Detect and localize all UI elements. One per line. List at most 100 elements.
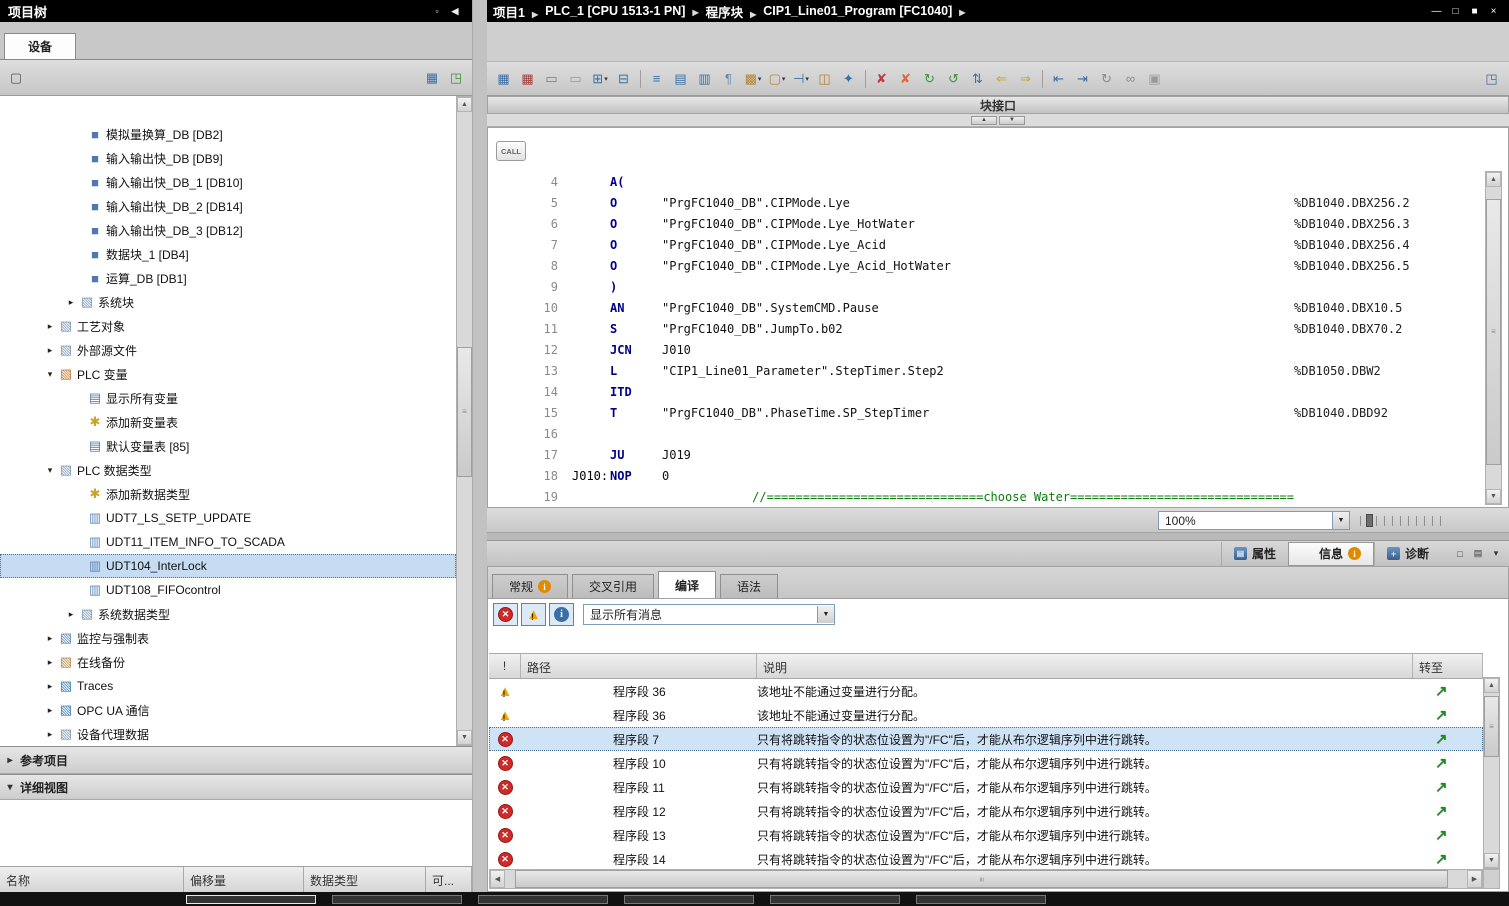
refresh-references-icon[interactable]: ↻ — [1095, 68, 1119, 90]
code-line[interactable]: 19 //==============================choos… — [488, 487, 1484, 508]
tab-properties[interactable]: 属性 i — [1221, 542, 1288, 566]
details-column-header[interactable]: 可... — [426, 867, 472, 892]
edit-network-title-icon[interactable]: ▭ — [540, 68, 564, 90]
jump-to-next-icon[interactable]: ⇒ — [1014, 68, 1038, 90]
scrollbar-track[interactable]: ≡ — [1486, 187, 1501, 489]
taskbar-item[interactable] — [186, 895, 316, 904]
jump-to-previous-icon[interactable]: ⇐ — [990, 68, 1014, 90]
info-filter-button[interactable] — [549, 603, 574, 626]
zoom-combobox[interactable]: 100% ▼ — [1158, 511, 1350, 530]
tree-expander-icon[interactable]: ▾ — [43, 465, 57, 476]
code-line[interactable]: 13 L "CIP1_Line01_Parameter".StepTimer.S… — [488, 361, 1484, 382]
scrollbar-track[interactable]: ≡ — [505, 870, 1467, 888]
code-line[interactable]: 8 O "PrgFC1040_DB".CIPMode.Lye_Acid_HotW… — [488, 256, 1484, 277]
go-to-error-icon[interactable]: ↗ — [1435, 803, 1448, 820]
tree-item[interactable]: ▸ ▧ OPC UA 通信 — [0, 698, 456, 722]
subtab-syntax[interactable]: 语法 i — [720, 574, 778, 598]
tree-item[interactable]: ■ 模拟量换算_DB [DB2] — [0, 122, 456, 146]
code-line[interactable]: 5 O "PrgFC1040_DB".CIPMode.Lye %DB1040.D… — [488, 193, 1484, 214]
taskbar-item[interactable] — [332, 895, 462, 904]
tree-item[interactable]: ▸ ▧ 外部源文件 — [0, 338, 456, 362]
grid-view-icon[interactable]: ▦ — [420, 67, 444, 89]
taskbar-item[interactable] — [770, 895, 900, 904]
breadcrumb-segment[interactable]: 项目1 — [493, 2, 545, 21]
tree-item[interactable]: ▸ ▧ 系统块 — [0, 290, 456, 314]
code-line[interactable]: 16 — [488, 424, 1484, 445]
message-row[interactable]: 程序段 12 只有将跳转指令的状态位设置为"/FC"后，才能从布尔逻辑序列中进行… — [489, 799, 1483, 823]
tree-item[interactable]: ▸ ▧ 系统数据类型 — [0, 602, 456, 626]
scrollbar-track[interactable]: ≡ — [457, 112, 472, 730]
align-lines-icon[interactable]: ≡ — [645, 68, 669, 90]
scrollbar-thumb[interactable]: ≡ — [1484, 696, 1499, 757]
tree-item[interactable]: ▥ UDT104_InterLock — [0, 554, 456, 578]
update-block-calls-icon[interactable]: ↻ — [918, 68, 942, 90]
expand-interface-icon[interactable]: ▲ — [971, 116, 997, 125]
details-column-header[interactable]: 偏移量 — [184, 867, 304, 892]
tree-expander-icon[interactable]: ▸ — [64, 609, 78, 620]
float-panel-icon[interactable]: □ — [1451, 546, 1469, 562]
tab-diagnostics[interactable]: 诊断 i — [1374, 542, 1441, 566]
scroll-down-icon[interactable]: ▼ — [457, 730, 472, 745]
go-to-definition-icon[interactable]: ⇤ — [1047, 68, 1071, 90]
message-row[interactable]: 程序段 10 只有将跳转指令的状态位设置为"/FC"后，才能从布尔逻辑序列中进行… — [489, 751, 1483, 775]
float-window-icon[interactable]: □ — [1446, 3, 1465, 19]
previous-error-icon[interactable]: ✘ — [870, 68, 894, 90]
details-view-header[interactable]: ▾ 详细视图 — [0, 774, 472, 800]
view-options-icon[interactable]: ▢ — [4, 67, 28, 89]
go-to-error-icon[interactable]: ↗ — [1435, 851, 1448, 868]
subtab-cross-references[interactable]: 交叉引用 i — [572, 574, 654, 598]
insert-jump-label-icon[interactable]: ⊣▾ — [789, 68, 813, 90]
tab-devices[interactable]: 设备 — [4, 33, 76, 59]
collapse-interface-icon[interactable]: ▼ — [999, 116, 1025, 125]
tree-item[interactable]: ▸ ▧ 设备代理数据 — [0, 722, 456, 746]
zoom-dropdown-icon[interactable]: ▼ — [1332, 512, 1349, 529]
tree-item[interactable]: ▥ UDT108_FIFOcontrol — [0, 578, 456, 602]
tree-item[interactable]: ▥ UDT7_LS_SETP_UPDATE — [0, 506, 456, 530]
favorites-icon[interactable]: ✦ — [837, 68, 861, 90]
snapshot-icon[interactable]: ▣ — [1143, 68, 1167, 90]
go-to-error-icon[interactable]: ↗ — [1435, 779, 1448, 796]
tree-expander-icon[interactable]: ▸ — [43, 681, 57, 692]
tree-item[interactable]: ▸ ▧ 在线备份 — [0, 650, 456, 674]
block-interface-header[interactable]: 块接口 — [487, 96, 1509, 114]
error-filter-button[interactable] — [493, 603, 518, 626]
reference-projects-header[interactable]: ▸ 参考项目 — [0, 746, 472, 774]
goto-column-header[interactable]: 转至 — [1413, 654, 1483, 678]
scroll-up-icon[interactable]: ▲ — [1486, 172, 1501, 187]
message-row[interactable]: 程序段 14 只有将跳转指令的状态位设置为"/FC"后，才能从布尔逻辑序列中进行… — [489, 847, 1483, 871]
zoom-slider-thumb[interactable] — [1366, 514, 1373, 527]
minimize-window-icon[interactable]: — — [1427, 3, 1446, 19]
monitoring-icon[interactable]: ∞ — [1119, 68, 1143, 90]
insert-row-icon[interactable]: ⊞▾ — [588, 68, 612, 90]
severity-column-header[interactable]: ! — [489, 654, 521, 678]
tree-item[interactable]: ▸ ▧ 监控与强制表 — [0, 626, 456, 650]
absolute-symbolic-toggle-icon[interactable]: ◫ — [813, 68, 837, 90]
warning-filter-button[interactable] — [521, 603, 546, 626]
scroll-up-icon[interactable]: ▲ — [457, 97, 472, 112]
tab-info[interactable]: 信息 i — [1288, 542, 1374, 566]
code-line[interactable]: 11 S "PrgFC1040_DB".JumpTo.b02 %DB1040.D… — [488, 319, 1484, 340]
code-line[interactable]: 15 T "PrgFC1040_DB".PhaseTime.SP_StepTim… — [488, 403, 1484, 424]
panel-splitter[interactable] — [472, 0, 487, 892]
tree-expander-icon[interactable]: ▸ — [43, 321, 57, 332]
delete-row-icon[interactable]: ⊟ — [612, 68, 636, 90]
insert-network-icon[interactable]: ▦ — [492, 68, 516, 90]
tree-item[interactable]: ■ 输入输出快_DB [DB9] — [0, 146, 456, 170]
code-line[interactable]: 12 JCN J010 — [488, 340, 1484, 361]
tree-expander-icon[interactable]: ▸ — [43, 345, 57, 356]
scrollbar-thumb[interactable]: ≡ — [457, 347, 472, 477]
tree-item[interactable]: ✱ 添加新数据类型 — [0, 482, 456, 506]
scroll-right-icon[interactable]: ▶ — [1467, 870, 1482, 888]
code-line[interactable]: 6 O "PrgFC1040_DB".CIPMode.Lye_HotWater … — [488, 214, 1484, 235]
taskbar-item[interactable] — [624, 895, 754, 904]
scroll-down-icon[interactable]: ▼ — [1484, 853, 1499, 868]
close-window-icon[interactable]: × — [1484, 3, 1503, 19]
tree-item[interactable]: ▤ 显示所有变量 — [0, 386, 456, 410]
insert-block-call-icon[interactable]: ▩▾ — [741, 68, 765, 90]
scrollbar-thumb[interactable]: ≡ — [1486, 199, 1501, 465]
tree-expander-icon[interactable]: ▸ — [43, 705, 57, 716]
split-view-vertical-icon[interactable]: ▥ — [693, 68, 717, 90]
delete-network-icon[interactable]: ▦ — [516, 68, 540, 90]
go-to-error-icon[interactable]: ↗ — [1435, 731, 1448, 748]
collapse-panel-icon[interactable]: ▾ — [1487, 546, 1505, 562]
